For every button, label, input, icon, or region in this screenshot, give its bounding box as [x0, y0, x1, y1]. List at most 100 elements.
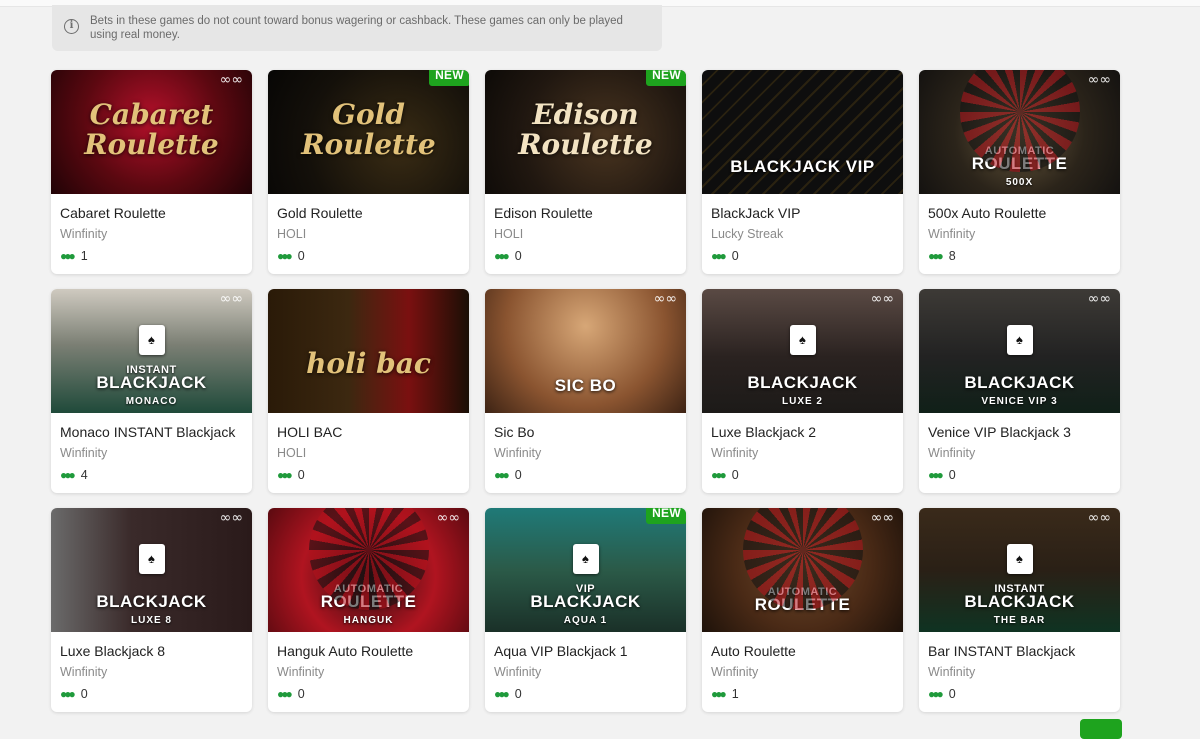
game-card[interactable]: AUTOMATICROULETTEHANGUK∞∞ Hanguk Auto Rou… — [268, 508, 469, 712]
game-info: Venice VIP Blackjack 3 Winfinity ●●● 0 — [919, 413, 1120, 483]
game-thumbnail[interactable]: ♠ BLACKJACK VENICE VIP 3 ∞∞ — [919, 289, 1120, 413]
game-card[interactable]: AUTOMATICROULETTE∞∞ Auto Roulette Winfinit… — [702, 508, 903, 712]
game-name[interactable]: Auto Roulette — [711, 643, 894, 660]
game-name[interactable]: Monaco INSTANT Blackjack — [60, 424, 243, 441]
infinity-icon: ∞∞ — [219, 291, 243, 307]
users-icon: ●●● — [277, 687, 293, 701]
scroll-up-button[interactable] — [1080, 719, 1122, 739]
thumbnail-title: BLACKJACK — [747, 373, 858, 392]
thumbnail-subtitle: LUXE 2 — [781, 396, 823, 407]
game-thumbnail[interactable]: ♠ BLACKJACK LUXE 2 ∞∞ — [702, 289, 903, 413]
game-card[interactable]: AUTOMATICROULETTE500X∞∞ 500x Auto Roulett… — [919, 70, 1120, 274]
game-card[interactable]: ♠ INSTANT BLACKJACK MONACO ∞∞ Monaco INSTANT … — [51, 289, 252, 493]
players-row: ●●● 0 — [494, 686, 677, 702]
thumbnail-subtitle: LUXE 8 — [130, 615, 172, 626]
player-count: 8 — [948, 249, 956, 263]
users-icon: ●●● — [711, 687, 727, 701]
game-name[interactable]: Luxe Blackjack 8 — [60, 643, 243, 660]
players-row: ●●● 0 — [711, 248, 894, 264]
infinity-icon: ∞∞ — [219, 510, 243, 526]
game-provider: Winfinity — [928, 446, 976, 460]
game-info: Bar INSTANT Blackjack Winfinity ●●● 0 — [919, 632, 1120, 702]
players-row: ●●● 1 — [711, 686, 894, 702]
game-name[interactable]: Hanguk Auto Roulette — [277, 643, 460, 660]
game-name[interactable]: Aqua VIP Blackjack 1 — [494, 643, 677, 660]
player-count: 0 — [80, 687, 88, 701]
game-thumbnail[interactable]: AUTOMATICROULETTEHANGUK∞∞ — [268, 508, 469, 632]
infinity-icon: ∞∞ — [870, 510, 894, 526]
game-name[interactable]: Sic Bo — [494, 424, 677, 441]
game-thumbnail[interactable]: BLACKJACK VIP — [702, 70, 903, 194]
game-name[interactable]: Venice VIP Blackjack 3 — [928, 424, 1111, 441]
game-card[interactable]: BLACKJACK VIP BlackJack VIP Lucky Streak ●●… — [702, 70, 903, 274]
thumbnail-subtitle: AQUA 1 — [563, 615, 608, 626]
player-count: 0 — [297, 468, 305, 482]
player-count: 1 — [80, 249, 88, 263]
users-icon: ●●● — [711, 249, 727, 263]
players-row: ●●● 0 — [494, 467, 677, 483]
game-provider: Winfinity — [60, 446, 108, 460]
game-name[interactable]: 500x Auto Roulette — [928, 205, 1111, 222]
game-provider: Lucky Streak — [711, 227, 784, 241]
game-info: Edison Roulette HOLI ●●● 0 — [485, 194, 686, 264]
game-name[interactable]: Gold Roulette — [277, 205, 460, 222]
game-info: Sic Bo Winfinity ●●● 0 — [485, 413, 686, 483]
game-name[interactable]: Bar INSTANT Blackjack — [928, 643, 1111, 660]
player-count: 0 — [948, 687, 956, 701]
game-thumbnail[interactable]: AUTOMATICROULETTE∞∞ — [702, 508, 903, 632]
info-icon: i — [64, 19, 79, 34]
players-row: ●●● 0 — [928, 467, 1111, 483]
game-info: Monaco INSTANT Blackjack Winfinity ●●● 4 — [51, 413, 252, 483]
game-thumbnail[interactable]: holi bac — [268, 289, 469, 413]
users-icon: ●●● — [494, 468, 510, 482]
thumbnail-subtitle: HANGUK — [343, 615, 394, 626]
new-badge: NEW — [429, 70, 469, 86]
game-thumbnail[interactable]: Cabaret Roulette ∞∞ — [51, 70, 252, 194]
game-card[interactable]: ♠ BLACKJACK LUXE 2 ∞∞ Luxe Blackjack 2 Winfin… — [702, 289, 903, 493]
game-thumbnail[interactable]: ♠ BLACKJACK LUXE 8 ∞∞ — [51, 508, 252, 632]
game-thumbnail[interactable]: AUTOMATICROULETTE500X∞∞ — [919, 70, 1120, 194]
game-name[interactable]: HOLI BAC — [277, 424, 460, 441]
game-name[interactable]: BlackJack VIP — [711, 205, 894, 222]
game-name[interactable]: Edison Roulette — [494, 205, 677, 222]
game-card[interactable]: ♠VIPBLACKJACKAQUA 1∞∞NEWAqua VIP Blackja… — [485, 508, 686, 712]
game-name[interactable]: Luxe Blackjack 2 — [711, 424, 894, 441]
game-name[interactable]: Cabaret Roulette — [60, 205, 243, 222]
game-card[interactable]: ♠ BLACKJACK VENICE VIP 3 ∞∞ Venice VIP Black… — [919, 289, 1120, 493]
game-info: Cabaret Roulette Winfinity ●●● 1 — [51, 194, 252, 264]
game-thumbnail[interactable]: ♠ INSTANT BLACKJACK MONACO ∞∞ — [51, 289, 252, 413]
playing-card-icon: ♠ — [1006, 544, 1033, 574]
thumbnail-title: Cabaret Roulette — [84, 98, 219, 161]
game-thumbnail[interactable]: Gold Roulette — [268, 70, 469, 194]
game-card[interactable]: holi bac HOLI BAC HOLI ●●● 0 — [268, 289, 469, 493]
player-count: 0 — [297, 249, 305, 263]
game-info: Auto Roulette Winfinity ●●● 1 — [702, 632, 903, 702]
users-icon: ●●● — [711, 468, 727, 482]
game-card[interactable]: ♠ INSTANT BLACKJACK THE BAR ∞∞ Bar INSTANT Bl… — [919, 508, 1120, 712]
thumbnail-title: BLACKJACK — [96, 373, 207, 392]
game-thumbnail[interactable]: ♠ INSTANT BLACKJACK THE BAR ∞∞ — [919, 508, 1120, 632]
players-row: ●●● 1 — [60, 248, 243, 264]
infinity-icon: ∞∞ — [1087, 291, 1111, 307]
thumbnail-title: BLACKJACK — [964, 373, 1075, 392]
game-thumbnail[interactable]: SIC BO ∞∞ — [485, 289, 686, 413]
game-card[interactable]: Edison Roulette NEW Edison Roulette HOLI ●●●… — [485, 70, 686, 274]
players-row: ●●● 0 — [60, 686, 243, 702]
game-card[interactable]: Cabaret Roulette ∞∞ Cabaret Roulette Winfin… — [51, 70, 252, 274]
game-card[interactable]: Gold Roulette NEW Gold Roulette HOLI ●●● 0 — [268, 70, 469, 274]
game-provider: Winfinity — [494, 665, 542, 679]
game-thumbnail[interactable]: ♠VIPBLACKJACKAQUA 1∞∞ — [485, 508, 686, 632]
users-icon: ●●● — [60, 468, 76, 482]
game-info: Aqua VIP Blackjack 1 Winfinity ●●● 0 — [485, 632, 686, 702]
users-icon: ●●● — [277, 249, 293, 263]
game-thumbnail[interactable]: Edison Roulette — [485, 70, 686, 194]
players-row: ●●● 0 — [928, 686, 1111, 702]
thumbnail-title: SIC BO — [554, 376, 617, 395]
thumbnail-title: Edison Roulette — [518, 98, 653, 161]
game-card[interactable]: ♠ BLACKJACK LUXE 8 ∞∞ Luxe Blackjack 8 Winfin… — [51, 508, 252, 712]
player-count: 4 — [80, 468, 88, 482]
playing-card-icon: ♠ — [138, 325, 165, 355]
player-count: 0 — [731, 249, 739, 263]
game-card[interactable]: SIC BO ∞∞ Sic Bo Winfinity ●●● 0 — [485, 289, 686, 493]
playing-card-icon: ♠ — [572, 544, 599, 574]
